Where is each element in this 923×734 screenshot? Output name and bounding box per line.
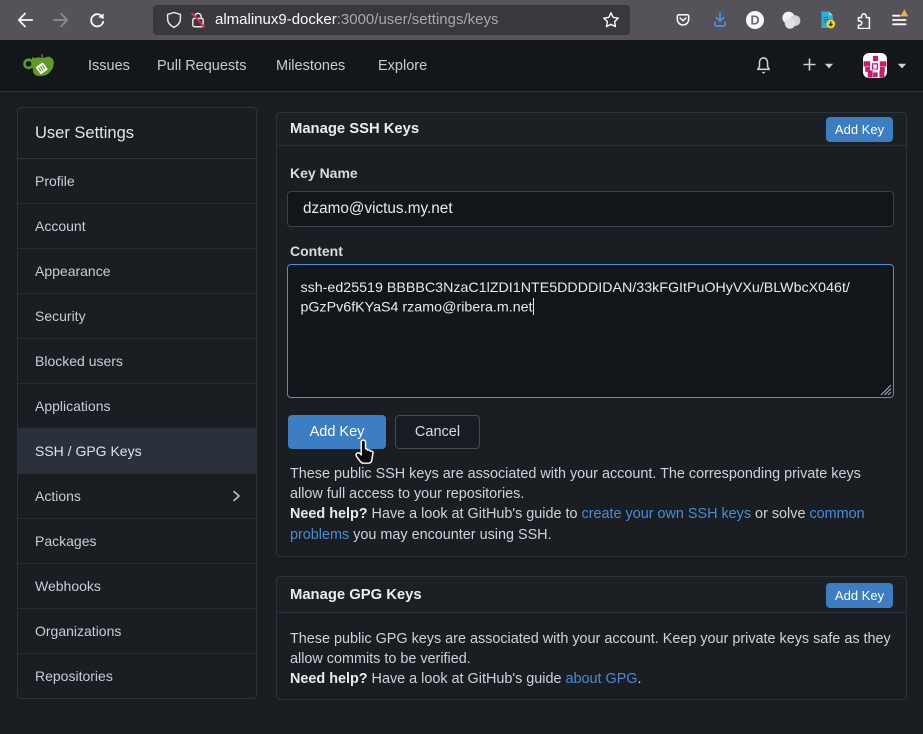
svg-text:D: D — [750, 13, 759, 27]
